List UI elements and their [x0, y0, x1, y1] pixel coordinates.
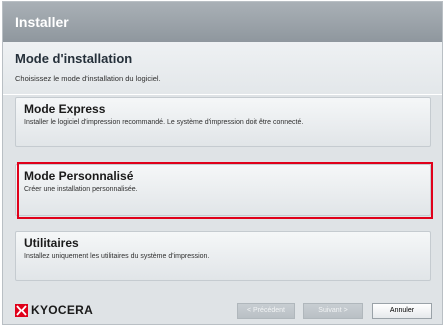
- option-description: Installer le logiciel d'impression recom…: [24, 119, 304, 126]
- page-header: Mode d'installation Choisissez le mode d…: [3, 42, 442, 95]
- kyocera-logo-icon: [15, 303, 28, 317]
- footer-bar: KYOCERA < Précédent Suivant > Annuler: [3, 286, 442, 324]
- next-button[interactable]: Suivant >: [303, 303, 363, 319]
- utilitaires-option[interactable]: Utilitaires Installez uniquement les uti…: [15, 231, 431, 281]
- cancel-button[interactable]: Annuler: [372, 303, 432, 319]
- option-description: Créer une installation personnalisée.: [24, 186, 138, 193]
- window-title: Installer: [3, 2, 442, 42]
- option-description: Installez uniquement les utilitaires du …: [24, 253, 210, 260]
- kyocera-logo: KYOCERA: [15, 302, 93, 318]
- page-title: Mode d'installation: [15, 51, 133, 66]
- previous-button[interactable]: < Précédent: [237, 303, 295, 319]
- option-title: Mode Personnalisé: [24, 169, 134, 183]
- option-title: Utilitaires: [24, 236, 79, 250]
- mode-personnalise-option[interactable]: Mode Personnalisé Créer une installation…: [15, 164, 431, 216]
- page-subtitle: Choisissez le mode d'installation du log…: [15, 74, 161, 83]
- mode-express-option[interactable]: Mode Express Installer le logiciel d'imp…: [15, 97, 431, 147]
- installer-window: Installer Mode d'installation Choisissez…: [2, 1, 443, 325]
- option-title: Mode Express: [24, 102, 106, 116]
- brand-name: KYOCERA: [31, 303, 94, 317]
